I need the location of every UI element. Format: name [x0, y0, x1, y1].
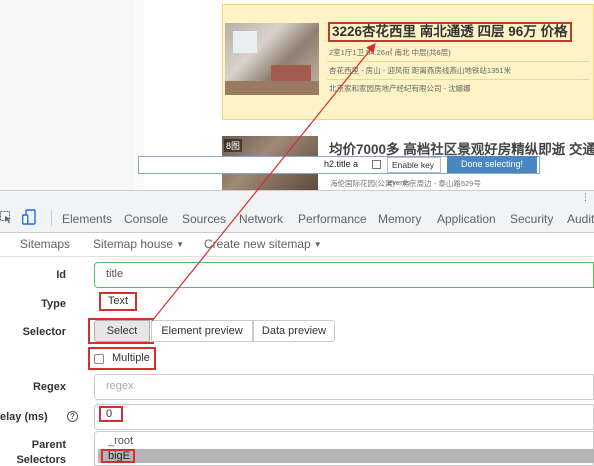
listing-details: 2室1厅1卫 54.26㎡ 南北 中层(共6层): [329, 48, 451, 57]
toolbar-separator: [51, 210, 52, 226]
data-preview-button[interactable]: Data preview: [253, 320, 335, 342]
tab-network[interactable]: Network: [239, 212, 283, 226]
id-label: Id: [56, 269, 66, 281]
enable-key-field[interactable]: Enable key: [387, 157, 441, 173]
done-selecting-button[interactable]: Done selecting!: [447, 156, 537, 173]
delay-label: elay (ms): [0, 411, 48, 423]
events-label: events: [388, 178, 411, 187]
selector-label: Selector: [22, 326, 66, 338]
photo-floor: [225, 81, 319, 95]
parent-option-selected-row[interactable]: [98, 449, 594, 463]
id-field-value: title: [106, 268, 124, 280]
enable-key-checkbox[interactable]: [372, 160, 381, 169]
divider: [327, 79, 589, 80]
more-dots-icon: ⋮: [581, 192, 590, 202]
nav-create-sitemap[interactable]: Create new sitemap ▼: [204, 237, 322, 251]
delay-value: 0: [99, 406, 123, 422]
multiple-checkbox[interactable]: [94, 354, 104, 364]
tab-application[interactable]: Application: [437, 212, 496, 226]
multiple-label[interactable]: Multiple: [112, 352, 150, 364]
photo-window: [233, 31, 257, 53]
regex-placeholder: regex: [106, 380, 134, 392]
nav-sitemaps[interactable]: Sitemaps: [20, 237, 70, 251]
tab-sources[interactable]: Sources: [182, 212, 226, 226]
select-button[interactable]: Select: [94, 320, 150, 342]
device-toolbar-icon[interactable]: [22, 209, 36, 225]
type-label: Type: [41, 298, 66, 310]
selector-path-text: h2.title a: [324, 159, 359, 169]
nav-sitemap-house-label: Sitemap house: [93, 237, 174, 251]
parent-label: Parent: [31, 439, 66, 451]
regex-label: Regex: [32, 381, 66, 393]
inspect-element-icon[interactable]: [0, 211, 12, 224]
tab-security[interactable]: Security: [510, 212, 553, 226]
tab-audits[interactable]: Audit: [567, 212, 594, 226]
regex-field[interactable]: [94, 374, 594, 400]
parent-option-root[interactable]: _root: [108, 435, 133, 447]
devtools-resize-handle[interactable]: ⋮: [0, 190, 594, 204]
parent-option-bige[interactable]: bigE: [101, 449, 135, 463]
caret-down-icon: ▼: [313, 240, 322, 249]
delay-field[interactable]: [94, 404, 594, 430]
tab-elements[interactable]: Elements: [62, 212, 112, 226]
id-field[interactable]: [94, 262, 594, 288]
selectors-label: Selectors: [16, 454, 66, 466]
photo-count-badge: 8图: [224, 139, 243, 152]
page-background: [0, 0, 134, 190]
tab-memory[interactable]: Memory: [378, 212, 421, 226]
listing-card-highlighted[interactable]: 3226杏花西里 南北通透 四层 96万 价格 2室1厅1卫 54.26㎡ 南北…: [222, 4, 594, 120]
listing-title-link[interactable]: 3226杏花西里 南北通透 四层 96万 价格: [328, 22, 572, 42]
type-select[interactable]: Text: [99, 292, 137, 311]
caret-down-icon: ▼: [176, 240, 184, 249]
nav-create-sitemap-label: Create new sitemap: [204, 237, 311, 251]
tab-console[interactable]: Console: [124, 212, 168, 226]
tab-performance[interactable]: Performance: [298, 212, 367, 226]
listing2-title-link[interactable]: 均价7000多 高档社区景观好房精纵即逝 交通方: [329, 138, 594, 158]
divider: [327, 61, 589, 62]
listing-agency: 北京家和家园房地产经纪有限公司 - 沈娜娜: [329, 84, 471, 93]
listing-photo[interactable]: [225, 23, 319, 95]
help-icon[interactable]: ?: [67, 411, 78, 422]
nav-sitemap-house[interactable]: Sitemap house ▼: [93, 237, 184, 251]
listing-location: 杏花西里 - 房山 - 迎风街 距离燕房线燕山地铁站1351米: [329, 66, 512, 75]
element-preview-button[interactable]: Element preview: [151, 320, 253, 342]
